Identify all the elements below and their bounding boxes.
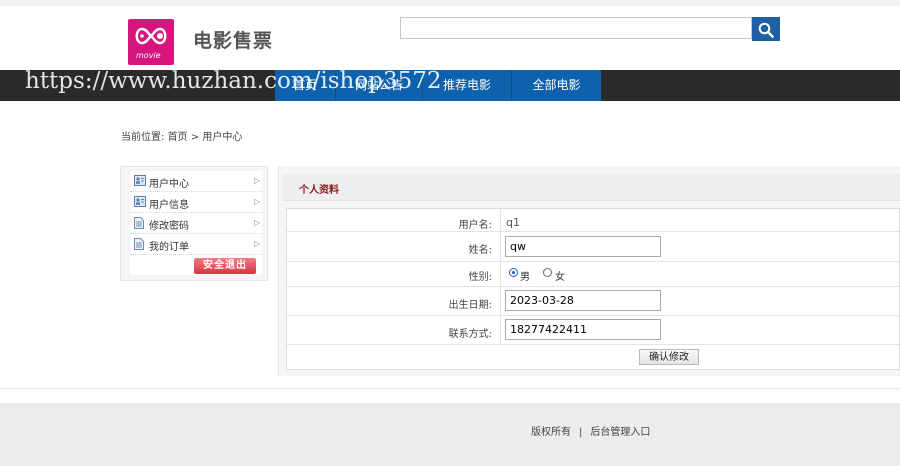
panel-title: 个人资料 bbox=[299, 185, 339, 196]
document-icon bbox=[134, 217, 144, 229]
row-divider bbox=[287, 315, 900, 316]
chevron-right-icon: ▷ bbox=[254, 218, 261, 227]
nav-item-all-movies[interactable]: 全部电影 bbox=[512, 70, 601, 101]
breadcrumb-separator: > bbox=[190, 132, 200, 143]
name-input[interactable] bbox=[505, 236, 661, 257]
sidebar-item-user-center[interactable]: 用户中心 ▷ bbox=[130, 171, 262, 192]
row-divider bbox=[287, 344, 900, 345]
search-input[interactable] bbox=[400, 17, 752, 39]
search-icon bbox=[758, 22, 774, 38]
sidebar-item-label: 修改密码 bbox=[149, 221, 189, 232]
chevron-right-icon: ▷ bbox=[254, 239, 261, 248]
sidebar-item-user-info[interactable]: 用户信息 ▷ bbox=[130, 192, 262, 213]
username-value: q1 bbox=[506, 216, 520, 229]
site-logo[interactable]: movie bbox=[128, 19, 174, 65]
sidebar-item-change-password[interactable]: 修改密码 ▷ bbox=[130, 213, 262, 234]
film-reel-icon bbox=[135, 27, 167, 45]
row-divider bbox=[287, 261, 900, 262]
logo-text: movie bbox=[136, 51, 161, 60]
breadcrumb-prefix: 当前位置: bbox=[121, 132, 165, 143]
panel-header: 个人资料 bbox=[283, 174, 900, 201]
phone-label: 联系方式: bbox=[448, 329, 492, 340]
footer-separator: | bbox=[579, 427, 583, 438]
confirm-edit-button[interactable]: 确认修改 bbox=[639, 349, 699, 365]
phone-input[interactable] bbox=[505, 319, 661, 340]
sidebar-item-label: 用户中心 bbox=[149, 179, 189, 190]
row-divider bbox=[287, 231, 900, 232]
birth-date-input[interactable] bbox=[505, 290, 661, 311]
watermark-text: https://www.huzhan.com/ishop3572 bbox=[25, 68, 442, 94]
sidebar-item-my-orders[interactable]: 我的订单 ▷ bbox=[130, 234, 262, 255]
gender-female-radio[interactable] bbox=[543, 268, 552, 277]
row-divider bbox=[287, 286, 900, 287]
gender-label: 性别: bbox=[468, 272, 492, 283]
site-title: 电影售票 bbox=[193, 30, 274, 52]
footer-divider bbox=[0, 388, 900, 389]
footer-copyright: 版权所有 bbox=[531, 427, 571, 438]
top-strip bbox=[0, 0, 900, 6]
footer: 版权所有 | 后台管理入口 bbox=[0, 403, 900, 466]
footer-links: 版权所有 | 后台管理入口 bbox=[531, 423, 650, 438]
sidebar-item-label: 用户信息 bbox=[149, 200, 189, 211]
gender-female-label: 女 bbox=[555, 272, 565, 283]
document-icon bbox=[134, 238, 144, 250]
search-button[interactable] bbox=[752, 17, 780, 41]
profile-form: 用户名: q1 姓名: 性别: 男 女 出生日期: 联系方式: 确认修改 bbox=[286, 208, 900, 370]
column-divider bbox=[500, 209, 501, 344]
footer-admin-link[interactable]: 后台管理入口 bbox=[590, 427, 650, 438]
sidebar-item-label: 我的订单 bbox=[149, 242, 189, 253]
username-label: 用户名: bbox=[458, 220, 492, 231]
logout-button[interactable]: 安全退出 bbox=[194, 258, 256, 274]
user-card-icon bbox=[134, 196, 146, 207]
chevron-right-icon: ▷ bbox=[254, 197, 261, 206]
gender-male-radio[interactable] bbox=[509, 268, 518, 277]
gender-male-label: 男 bbox=[520, 272, 530, 283]
birth-date-label: 出生日期: bbox=[448, 300, 492, 311]
chevron-right-icon: ▷ bbox=[254, 176, 261, 185]
breadcrumb-home-link[interactable]: 首页 bbox=[168, 132, 188, 143]
breadcrumb-current: 用户中心 bbox=[202, 132, 243, 143]
user-card-icon bbox=[134, 175, 146, 186]
name-label: 姓名: bbox=[468, 245, 492, 256]
breadcrumb: 当前位置: 首页 > 用户中心 bbox=[121, 128, 242, 143]
